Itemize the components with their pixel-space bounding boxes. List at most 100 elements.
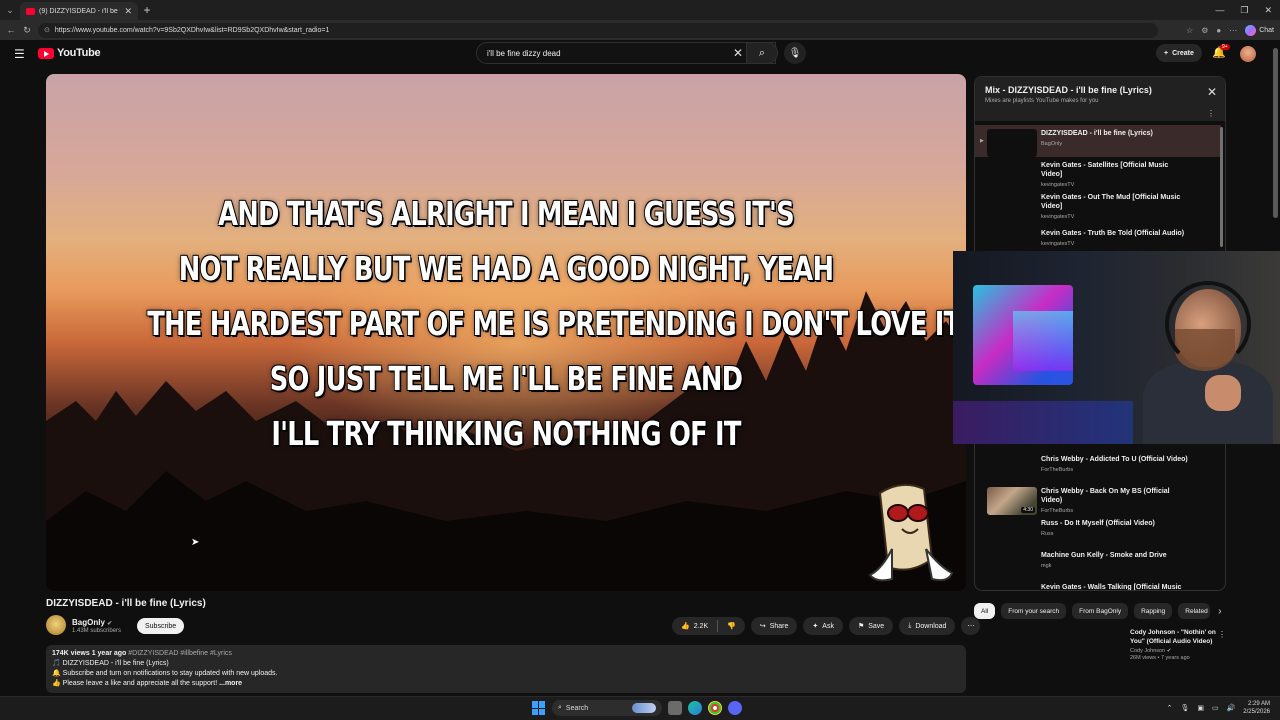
time: 2:29 AM bbox=[1247, 701, 1270, 707]
chip-rapping[interactable]: Rapping bbox=[1134, 603, 1173, 619]
taskbar-search[interactable]: ⌕ Search bbox=[552, 700, 662, 716]
rec-more-icon[interactable]: ⋮ bbox=[1218, 630, 1226, 639]
list-item[interactable]: Kevin Gates - Out The Mud [Official Musi… bbox=[975, 189, 1221, 225]
save-button[interactable]: ⚑ Save bbox=[848, 617, 894, 635]
rgb-desk-glow bbox=[953, 401, 1133, 444]
browser-tab[interactable]: (9) DIZZYISDEAD - i'll be fine ✕ bbox=[20, 2, 138, 20]
like-button[interactable]: 👍 2.2K bbox=[672, 622, 717, 631]
list-item[interactable]: Russ - Do It Myself (Official Video) Rus… bbox=[975, 515, 1221, 547]
mix-title[interactable]: Mix - DIZZYISDEAD - i'll be fine (Lyrics… bbox=[985, 85, 1215, 95]
create-label: Create bbox=[1172, 49, 1194, 57]
share-icon: ↪ bbox=[759, 623, 766, 630]
youtube-logo[interactable]: YouTube bbox=[38, 47, 101, 59]
favorite-icon[interactable]: ☆ bbox=[1186, 26, 1193, 35]
tray-chevron-icon[interactable]: ⌃ bbox=[1167, 704, 1173, 712]
file-explorer-icon[interactable] bbox=[668, 701, 682, 715]
menu-icon[interactable]: ⋯ bbox=[1229, 26, 1237, 35]
tab-close-icon[interactable]: ✕ bbox=[124, 6, 132, 17]
mic-tray-icon[interactable]: 🎙 bbox=[1180, 704, 1189, 712]
restore-icon[interactable]: ❐ bbox=[1240, 5, 1248, 16]
item-title: Kevin Gates - Walls Talking [Official Mu… bbox=[1041, 584, 1182, 591]
scrollbar-thumb[interactable] bbox=[1220, 127, 1223, 247]
chevron-right-icon[interactable]: › bbox=[1218, 606, 1221, 617]
sparkle-icon: ✦ bbox=[812, 623, 819, 630]
chip-all[interactable]: All bbox=[974, 603, 996, 619]
volume-icon[interactable]: 🔊 bbox=[1227, 704, 1236, 712]
menu-hamburger-icon[interactable]: ☰ bbox=[14, 47, 25, 61]
subscribe-button[interactable]: Subscribe bbox=[137, 618, 185, 634]
video-player[interactable]: AND THAT'S ALRIGHT I MEAN I GUESS IT'S N… bbox=[46, 74, 966, 591]
related-filter-chips: All From your search From BagOnly Rappin… bbox=[974, 603, 1222, 619]
windows-start-icon[interactable] bbox=[532, 701, 546, 715]
dislike-button[interactable]: 👎 bbox=[718, 622, 745, 630]
youtube-favicon-icon bbox=[26, 7, 35, 15]
minimize-icon[interactable]: — bbox=[1215, 5, 1224, 15]
clock[interactable]: 2:29 AM 2/25/2026 bbox=[1243, 700, 1270, 716]
chrome-icon[interactable] bbox=[708, 701, 722, 715]
chat-button[interactable]: Chat bbox=[1245, 24, 1274, 36]
chip-from-channel[interactable]: From BagOnly bbox=[1072, 603, 1129, 619]
hashtags[interactable]: #DIZZYISDEAD #illbefine #Lyrics bbox=[128, 650, 232, 657]
site-info-icon[interactable]: ⊙ bbox=[44, 26, 50, 34]
list-item[interactable]: Kevin Gates - Walls Talking [Official Mu… bbox=[975, 579, 1221, 591]
back-icon[interactable]: ← bbox=[6, 25, 16, 35]
list-item[interactable]: Machine Gun Kelly - Smoke and Drive mgk bbox=[975, 547, 1221, 579]
page-scrollbar-thumb[interactable] bbox=[1273, 48, 1278, 218]
network-icon[interactable]: ▭ bbox=[1212, 704, 1219, 712]
url-field[interactable]: ⊙ https://www.youtube.com/watch?v=9Sb2QX… bbox=[38, 22, 1158, 38]
streamer-hand bbox=[1205, 375, 1241, 411]
recommended-video[interactable]: Cody Johnson - "Nothin' on You" (Officia… bbox=[1130, 628, 1220, 661]
account-avatar[interactable] bbox=[1240, 46, 1256, 62]
description-box[interactable]: 174K views 1 year ago #DIZZYISDEAD #illb… bbox=[46, 645, 966, 693]
close-window-icon[interactable]: ✕ bbox=[1264, 5, 1272, 16]
more-actions-button[interactable]: ⋯ bbox=[961, 617, 981, 635]
chip-related[interactable]: Related bbox=[1178, 603, 1211, 619]
lyric-line: THE HARDEST PART OF ME IS PRETENDING I D… bbox=[147, 304, 961, 343]
lyric-line: AND THAT'S ALRIGHT I MEAN I GUESS IT'S bbox=[218, 194, 795, 233]
camera-tray-icon[interactable]: ▣ bbox=[1197, 704, 1204, 712]
list-item[interactable]: Chris Webby - Addicted To U (Official Vi… bbox=[975, 451, 1221, 483]
video-thumbnail bbox=[987, 129, 1037, 157]
item-title: Machine Gun Kelly - Smoke and Drive bbox=[1041, 552, 1167, 559]
tab-actions-icon[interactable]: ⌄ bbox=[0, 0, 20, 20]
date: 2/25/2026 bbox=[1243, 709, 1270, 715]
extensions-icon[interactable]: ⚙ bbox=[1201, 26, 1208, 35]
item-title: Chris Webby - Addicted To U (Official Vi… bbox=[1041, 456, 1188, 463]
create-button[interactable]: + Create bbox=[1156, 44, 1202, 62]
more-horizontal-icon: ⋯ bbox=[967, 623, 975, 630]
channel-avatar[interactable] bbox=[46, 615, 66, 635]
refresh-icon[interactable]: ↻ bbox=[22, 25, 32, 36]
share-button[interactable]: ↪ Share bbox=[750, 617, 798, 635]
discord-icon[interactable] bbox=[728, 701, 742, 715]
now-playing-icon: ▶ bbox=[980, 138, 984, 144]
chip-from-search[interactable]: From your search bbox=[1001, 603, 1067, 619]
list-item[interactable]: ▶ DIZZYISDEAD - i'll be fine (Lyrics) Ba… bbox=[975, 125, 1221, 157]
search-box: ✕ bbox=[476, 42, 776, 64]
playlist-more-icon[interactable]: ⋮ bbox=[1207, 109, 1215, 118]
thumbs-up-icon: 👍 bbox=[681, 623, 690, 630]
save-label: Save bbox=[868, 622, 885, 630]
taskbar-search-label: Search bbox=[565, 704, 589, 712]
new-tab-icon[interactable]: + bbox=[138, 3, 156, 17]
channel-name[interactable]: BagOnly ✔ bbox=[72, 618, 112, 627]
show-more-link[interactable]: ...more bbox=[219, 680, 242, 687]
microphone-icon: 🎙 bbox=[788, 47, 802, 59]
clear-search-icon[interactable]: ✕ bbox=[733, 46, 743, 60]
search-button[interactable]: ⌕ bbox=[746, 42, 778, 64]
description-line: 🎵 DIZZYISDEAD - i'll be fine (Lyrics) bbox=[52, 660, 169, 667]
edge-browser-icon[interactable] bbox=[688, 701, 702, 715]
profile-icon[interactable]: ● bbox=[1216, 26, 1221, 35]
download-button[interactable]: ⤓ Download bbox=[899, 617, 956, 635]
page-scrollbar[interactable] bbox=[1273, 48, 1278, 688]
list-item[interactable]: 4:30 Chris Webby - Back On My BS (Offici… bbox=[975, 483, 1221, 515]
close-playlist-icon[interactable]: ✕ bbox=[1207, 85, 1217, 99]
mouse-cursor-icon: ➤ bbox=[191, 537, 200, 548]
copilot-icon bbox=[1245, 24, 1257, 36]
item-title: DIZZYISDEAD - i'll be fine (Lyrics) bbox=[1041, 130, 1153, 137]
ask-button[interactable]: ✦ Ask bbox=[803, 617, 843, 635]
mix-list-lower: Chris Webby - Addicted To U (Official Vi… bbox=[975, 451, 1221, 591]
thumbs-down-icon: 👎 bbox=[727, 623, 736, 630]
list-item[interactable]: Kevin Gates - Satellites [Official Music… bbox=[975, 157, 1221, 189]
search-input[interactable] bbox=[487, 48, 727, 58]
voice-search-button[interactable]: 🎙 bbox=[784, 42, 806, 64]
